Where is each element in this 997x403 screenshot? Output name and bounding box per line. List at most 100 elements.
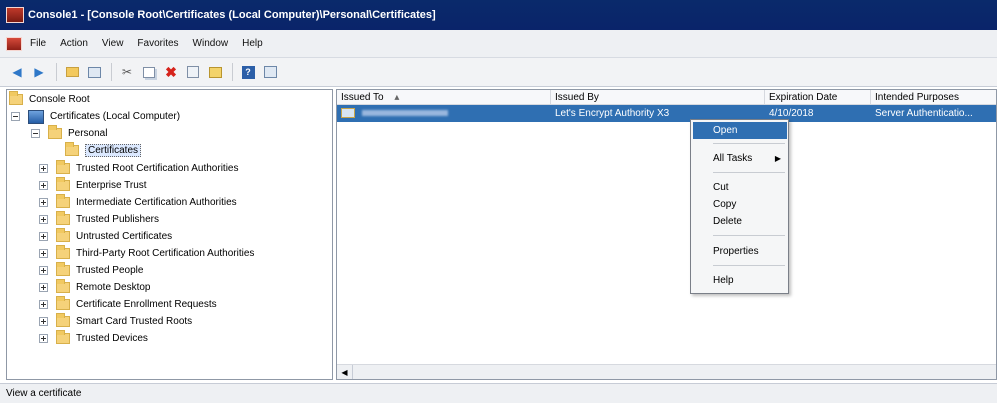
expand-icon[interactable] — [39, 334, 48, 343]
tree-label: Certificates (Local Computer) — [50, 111, 181, 122]
menu-item-open[interactable]: Open — [693, 122, 787, 139]
menu-action[interactable]: Action — [60, 38, 88, 49]
menu-bar: File Action View Favorites Window Help — [0, 30, 997, 58]
console-icon[interactable] — [261, 63, 279, 81]
column-issued-to[interactable]: Issued To ▴ — [337, 90, 551, 105]
context-menu: Open All Tasks ▶ Cut Copy Delete Propert… — [690, 119, 789, 294]
console-menu-icon[interactable] — [6, 36, 22, 51]
status-text: View a certificate — [6, 388, 82, 399]
menu-item-cut[interactable]: Cut — [693, 179, 787, 196]
title-bar: Console1 - [Console Root\Certificates (L… — [0, 0, 997, 30]
back-icon[interactable]: ◀ — [8, 63, 26, 81]
expand-icon[interactable] — [39, 198, 48, 207]
folder-icon — [56, 160, 70, 174]
folder-icon — [56, 245, 70, 259]
menu-favorites[interactable]: Favorites — [137, 38, 178, 49]
tree-item-store[interactable]: Certificate Enrollment Requests — [39, 296, 217, 313]
up-folder-icon[interactable] — [63, 63, 81, 81]
tree-item-store[interactable]: Enterprise Trust — [39, 177, 147, 194]
menu-item-delete[interactable]: Delete — [693, 213, 787, 230]
tree-label: Trusted Publishers — [76, 214, 159, 225]
help-icon[interactable]: ? — [239, 63, 257, 81]
list-header: Issued To ▴ Issued By Expiration Date In… — [337, 90, 996, 105]
menu-separator — [713, 235, 785, 236]
expand-icon[interactable] — [39, 232, 48, 241]
certificate-icon — [341, 108, 355, 119]
tree-item-store[interactable]: Untrusted Certificates — [39, 228, 172, 245]
column-intended-purposes[interactable]: Intended Purposes — [871, 90, 996, 105]
delete-icon[interactable]: ✖ — [162, 63, 180, 81]
tree-item-certificates[interactable]: Certificates — [65, 142, 142, 159]
tree-item-store[interactable]: Remote Desktop — [39, 279, 150, 296]
collapse-icon[interactable] — [31, 129, 40, 138]
redacted-text — [361, 110, 448, 117]
copy-icon[interactable] — [140, 63, 158, 81]
expand-icon[interactable] — [39, 266, 48, 275]
folder-icon — [56, 313, 70, 327]
tree-label: Smart Card Trusted Roots — [76, 316, 193, 327]
tree-label: Certificate Enrollment Requests — [76, 299, 217, 310]
window-title: Console1 - [Console Root\Certificates (L… — [28, 9, 436, 21]
tree-label: Console Root — [29, 94, 90, 105]
menu-window[interactable]: Window — [193, 38, 229, 49]
folder-icon — [56, 194, 70, 208]
folder-icon — [48, 125, 62, 139]
menu-item-all-tasks[interactable]: All Tasks ▶ — [693, 150, 787, 167]
folder-icon — [56, 279, 70, 293]
tree-item-store[interactable]: Smart Card Trusted Roots — [39, 313, 192, 330]
expand-icon[interactable] — [39, 215, 48, 224]
expand-icon[interactable] — [39, 283, 48, 292]
tree-label: Enterprise Trust — [76, 180, 147, 191]
tree-label: Trusted Devices — [76, 333, 148, 344]
menu-view[interactable]: View — [102, 38, 124, 49]
tree-item-store[interactable]: Trusted Devices — [39, 330, 148, 347]
menu-separator — [713, 265, 785, 266]
menu-help[interactable]: Help — [242, 38, 263, 49]
menu-item-help[interactable]: Help — [693, 272, 787, 289]
expand-icon[interactable] — [39, 317, 48, 326]
tree-item-store[interactable]: Trusted Root Certification Authorities — [39, 160, 238, 177]
tree-label: Trusted People — [76, 265, 144, 276]
tree-label: Personal — [68, 128, 108, 139]
tree-label: Third-Party Root Certification Authoriti… — [76, 248, 255, 259]
tree-label: Remote Desktop — [76, 282, 151, 293]
cut-icon[interactable]: ✂ — [118, 63, 136, 81]
console-tree: Console Root Certificates (Local Compute… — [6, 89, 333, 380]
tree-item-local-computer[interactable]: Certificates (Local Computer) — [11, 108, 180, 125]
folder-icon — [56, 211, 70, 225]
horizontal-scrollbar[interactable]: ◀ — [337, 364, 996, 379]
expand-icon[interactable] — [39, 249, 48, 258]
menu-file[interactable]: File — [30, 38, 46, 49]
collapse-icon[interactable] — [11, 112, 20, 121]
computer-icon — [28, 109, 44, 124]
tree-item-personal[interactable]: Personal — [31, 125, 107, 142]
show-hide-tree-icon[interactable] — [85, 63, 103, 81]
menu-item-properties[interactable]: Properties — [693, 243, 787, 260]
table-row[interactable]: Let's Encrypt Authority X3 4/10/2018 Ser… — [337, 105, 996, 122]
folder-icon — [56, 262, 70, 276]
export-icon[interactable] — [206, 63, 224, 81]
tree-item-store[interactable]: Trusted Publishers — [39, 211, 159, 228]
expand-icon[interactable] — [39, 164, 48, 173]
properties-icon[interactable] — [184, 63, 202, 81]
menu-item-copy[interactable]: Copy — [693, 196, 787, 213]
expand-icon[interactable] — [39, 181, 48, 190]
folder-icon — [56, 296, 70, 310]
folder-icon — [56, 228, 70, 242]
tree-item-store[interactable]: Third-Party Root Certification Authoriti… — [39, 245, 254, 262]
tree-item-store[interactable]: Intermediate Certification Authorities — [39, 194, 237, 211]
tree-item-store[interactable]: Trusted People — [39, 262, 143, 279]
folder-icon — [56, 330, 70, 344]
forward-icon[interactable]: ▶ — [30, 63, 48, 81]
tree-item-console-root[interactable]: Console Root — [9, 91, 90, 108]
scroll-left-icon[interactable]: ◀ — [337, 365, 353, 379]
tree-label: Untrusted Certificates — [76, 231, 173, 242]
column-expiration-date[interactable]: Expiration Date — [765, 90, 871, 105]
expand-icon[interactable] — [39, 300, 48, 309]
sort-ascending-icon: ▴ — [394, 92, 400, 103]
tree-label: Trusted Root Certification Authorities — [76, 163, 239, 174]
folder-icon — [65, 142, 79, 156]
tree-label: Certificates — [85, 144, 142, 157]
status-bar: View a certificate — [0, 383, 997, 403]
column-issued-by[interactable]: Issued By — [551, 90, 765, 105]
